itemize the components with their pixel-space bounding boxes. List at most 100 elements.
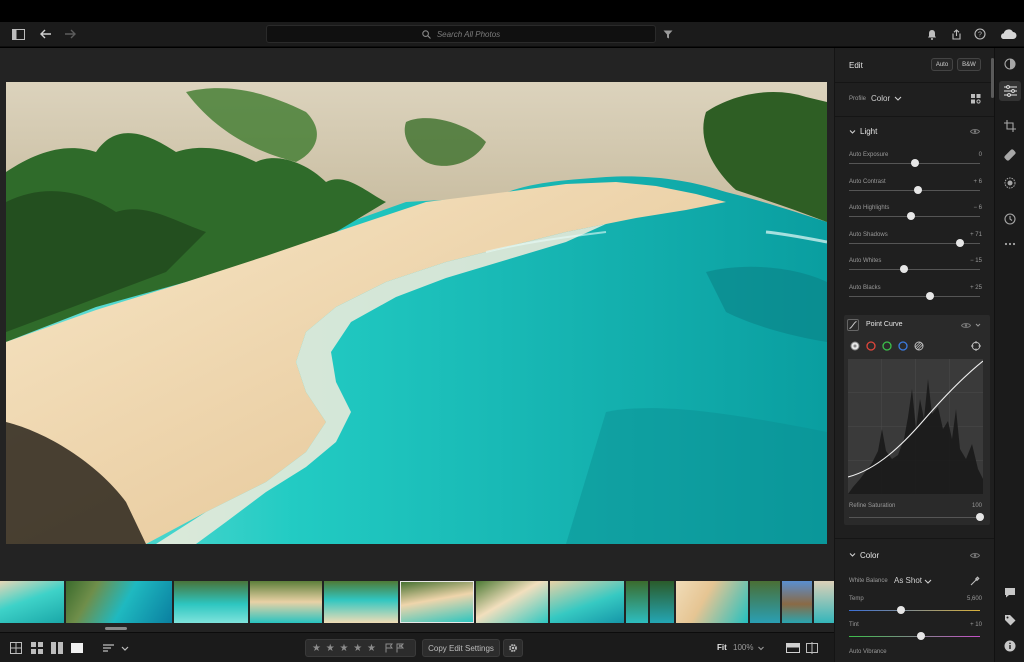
star-rating[interactable]: ★ ★ ★ ★ ★ (305, 639, 416, 657)
compact-grid-icon[interactable] (51, 642, 63, 654)
color-section-title[interactable]: Color (860, 551, 879, 560)
copy-edit-settings-button[interactable]: Copy Edit Settings (422, 639, 500, 657)
target-adjust-icon[interactable] (971, 341, 981, 351)
white-balance-label: White Balance (849, 578, 888, 584)
eye-icon[interactable] (961, 322, 971, 329)
fit-zoom-option[interactable]: Fit (717, 643, 727, 652)
light-section-title[interactable]: Light (860, 127, 877, 136)
refine-saturation-track[interactable] (849, 517, 980, 518)
filmstrip-thumbnail[interactable] (626, 581, 648, 623)
more-options-icon[interactable] (1002, 236, 1018, 252)
light-slider-label: Auto Highlights (849, 205, 890, 211)
light-slider-label: Auto Whites (849, 258, 882, 264)
filmstrip-thumbnail[interactable] (250, 581, 322, 623)
keyword-tag-icon[interactable] (1002, 612, 1018, 628)
profile-browser-icon[interactable] (971, 94, 981, 104)
comments-icon[interactable] (1002, 584, 1018, 600)
white-balance-dropdown[interactable]: As Shot (894, 576, 922, 585)
chevron-down-icon[interactable] (924, 579, 932, 585)
filmstrip-thumbnail[interactable] (476, 581, 548, 623)
cloud-icon[interactable] (998, 26, 1018, 42)
filmstrip-thumbnail[interactable] (174, 581, 248, 623)
temp-track[interactable] (849, 610, 980, 611)
chevron-down-icon[interactable] (120, 642, 132, 654)
masking-icon[interactable] (1002, 175, 1018, 191)
gear-icon[interactable] (503, 639, 523, 657)
tint-value: + 10 (970, 622, 982, 628)
search-input[interactable]: Search All Photos (266, 25, 656, 43)
curve-histogram[interactable] (848, 359, 983, 494)
detail-view-icon[interactable] (71, 642, 83, 654)
filmstrip-thumbnail-selected[interactable] (400, 581, 474, 623)
light-slider-value: 0 (978, 152, 982, 158)
profile-dropdown[interactable]: Color (871, 94, 890, 103)
compare-view-icon[interactable] (806, 642, 818, 654)
rating-stars[interactable]: ★ ★ ★ ★ ★ (312, 643, 377, 654)
light-slider-track[interactable] (849, 296, 980, 297)
eye-icon[interactable] (970, 128, 980, 135)
tint-knob[interactable] (917, 632, 926, 640)
search-icon (422, 29, 431, 39)
filmstrip-thumbnail[interactable] (66, 581, 172, 623)
filter-icon[interactable] (660, 26, 676, 42)
bell-icon[interactable] (924, 26, 940, 42)
history-icon[interactable] (1002, 211, 1018, 227)
red-channel-icon[interactable] (866, 341, 876, 351)
light-slider-value: + 6 (973, 179, 982, 185)
blue-channel-icon[interactable] (898, 341, 908, 351)
filmstrip-scrollbar[interactable] (105, 627, 127, 630)
filmstrip-thumbnail[interactable] (782, 581, 812, 623)
back-arrow-icon[interactable] (38, 26, 54, 42)
divider (835, 538, 995, 539)
crop-icon[interactable] (1002, 118, 1018, 134)
auto-button[interactable]: Auto (931, 58, 953, 71)
light-slider-knob[interactable] (900, 265, 909, 273)
light-slider-knob[interactable] (956, 239, 965, 247)
light-slider-track[interactable] (849, 269, 980, 270)
square-grid-icon[interactable] (10, 642, 22, 654)
bw-button[interactable]: B&W (957, 58, 981, 71)
tint-track[interactable] (849, 636, 980, 637)
profile-label: Profile (849, 96, 867, 102)
green-channel-icon[interactable] (882, 341, 892, 351)
light-slider-knob[interactable] (906, 212, 915, 220)
edit-sliders-icon[interactable] (1002, 83, 1018, 99)
forward-arrow-icon[interactable] (62, 26, 78, 42)
filmstrip-thumbnail[interactable] (676, 581, 748, 623)
filmstrip-thumbnail[interactable] (550, 581, 624, 623)
grid-icon[interactable] (31, 642, 43, 654)
filmstrip-thumbnail[interactable] (324, 581, 398, 623)
presets-icon[interactable] (1002, 56, 1018, 72)
chevron-down-icon[interactable] (894, 96, 902, 102)
edit-panel: Edit Auto B&W Profile Color Light Auto E… (834, 48, 995, 662)
filmstrip-thumbnail[interactable] (0, 581, 64, 623)
light-slider-knob[interactable] (910, 159, 919, 167)
filmstrip-thumbnail[interactable] (650, 581, 674, 623)
healing-brush-icon[interactable] (1002, 147, 1018, 163)
chevron-down-icon[interactable] (849, 129, 856, 135)
edit-panel-title: Edit (849, 61, 863, 70)
eyedropper-icon[interactable] (970, 576, 980, 586)
sort-icon[interactable] (103, 642, 115, 654)
rgb-channel-icon[interactable] (850, 341, 860, 351)
filmstrip-thumbnail[interactable] (750, 581, 780, 623)
reject-flag-icon[interactable] (396, 643, 405, 653)
share-icon[interactable] (948, 26, 964, 42)
help-icon[interactable]: ? (972, 26, 988, 42)
chevron-down-icon[interactable] (975, 323, 981, 328)
eye-icon[interactable] (970, 552, 980, 559)
point-curve-title: Point Curve (866, 321, 903, 328)
temp-knob[interactable] (897, 606, 906, 614)
before-after-icon[interactable] (786, 642, 800, 654)
filmstrip-thumbnail[interactable] (814, 581, 834, 623)
sidebar-toggle-icon[interactable] (10, 26, 26, 42)
info-icon[interactable] (1002, 638, 1018, 654)
parametric-curve-icon[interactable] (914, 341, 924, 351)
chevron-down-icon[interactable] (757, 644, 765, 652)
zoom-percent-option[interactable]: 100% (733, 643, 753, 652)
refine-saturation-knob[interactable] (976, 513, 984, 521)
light-slider-knob[interactable] (926, 292, 935, 300)
light-slider-knob[interactable] (914, 186, 923, 194)
flag-icon[interactable] (385, 643, 394, 653)
chevron-down-icon[interactable] (849, 552, 856, 558)
